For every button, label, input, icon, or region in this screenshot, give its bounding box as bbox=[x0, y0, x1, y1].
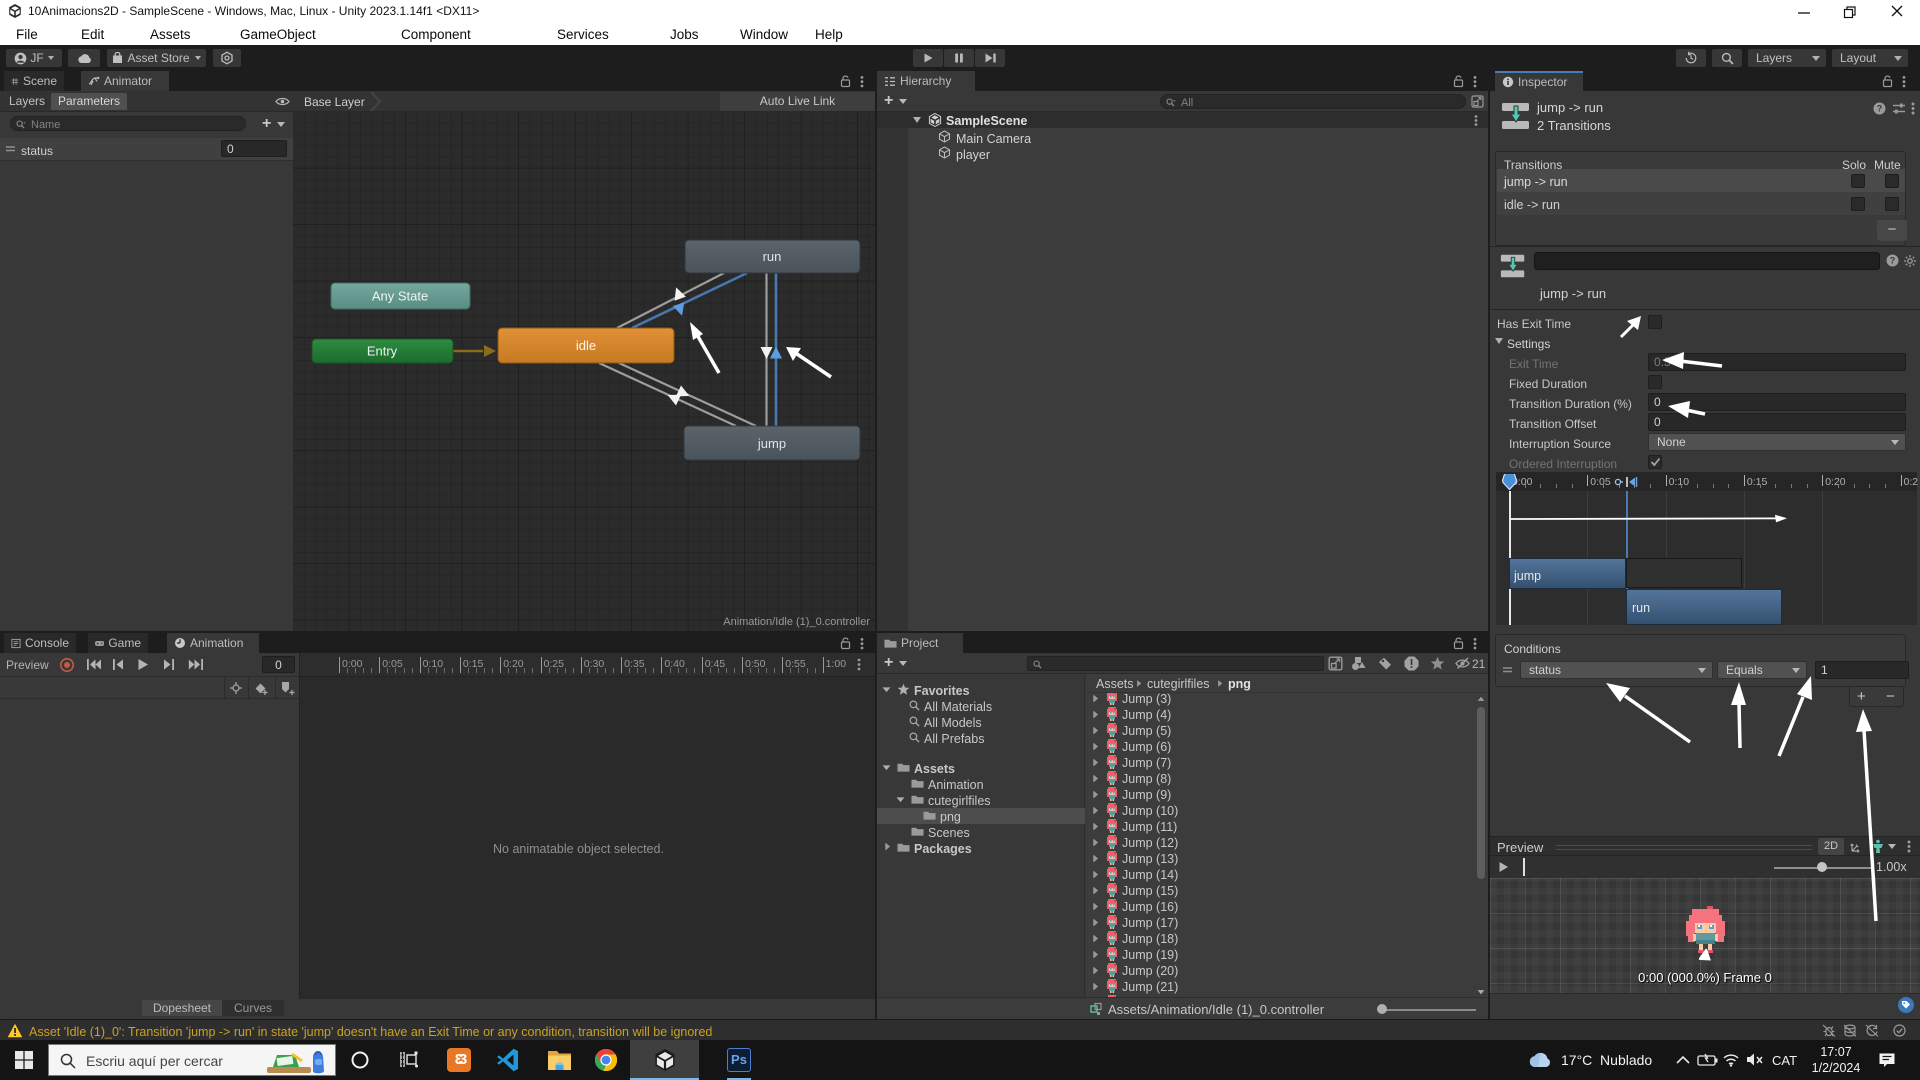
svg-text:Any State: Any State bbox=[372, 289, 428, 304]
svg-text:idle: idle bbox=[576, 338, 596, 353]
svg-text:?: ? bbox=[1890, 256, 1896, 266]
svg-text:jump: jump bbox=[757, 436, 786, 451]
svg-text:Animation/Idle (1)_0.controlle: Animation/Idle (1)_0.controller bbox=[723, 616, 870, 628]
svg-text:run: run bbox=[763, 249, 782, 264]
svg-text:Entry: Entry bbox=[367, 344, 398, 359]
svg-text:?: ? bbox=[1877, 104, 1883, 114]
